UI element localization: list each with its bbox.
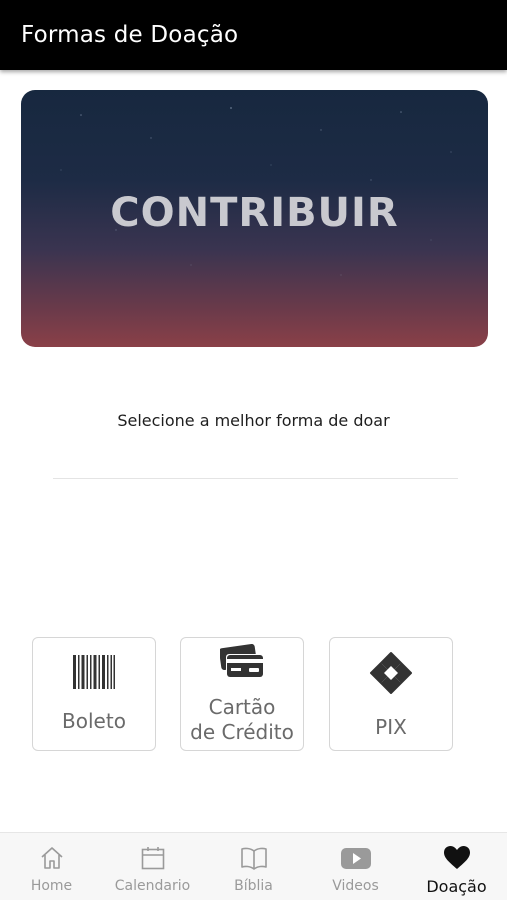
play-icon (305, 845, 406, 871)
contribuir-banner: CONTRIBUIR (21, 90, 488, 347)
boleto-label: Boleto (62, 709, 126, 733)
credit-card-label-line1: Cartão (208, 695, 276, 719)
pix-option-button[interactable]: PIX (329, 637, 453, 751)
barcode-icon (33, 655, 155, 689)
pix-label: PIX (375, 715, 407, 739)
nav-label-videos: Videos (332, 878, 379, 894)
nav-item-home[interactable]: Home (1, 833, 102, 900)
page-title: Formas de Doação (21, 22, 239, 48)
boleto-option-button[interactable]: Boleto (32, 637, 156, 751)
nav-label-home: Home (30, 878, 73, 894)
credit-card-label-line2: de Crédito (190, 720, 294, 744)
heart-icon (406, 845, 507, 871)
calendar-icon (102, 845, 203, 871)
donation-instruction: Selecione a melhor forma de doar (117, 411, 390, 430)
banner-heading: CONTRIBUIR (110, 190, 399, 236)
nav-label-biblia: Bíblia (234, 878, 273, 894)
bottom-navigation: Home Calendario Bíblia Videos Doação (0, 832, 507, 900)
nav-item-calendario[interactable]: Calendario (102, 833, 203, 900)
pix-icon (330, 651, 452, 695)
nav-item-biblia[interactable]: Bíblia (203, 833, 304, 900)
nav-item-videos[interactable]: Videos (305, 833, 406, 900)
app-header: Formas de Doação (0, 0, 507, 70)
divider (53, 478, 458, 479)
book-icon (203, 845, 304, 871)
app-root: Formas de Doação CONTRIBUIR Selecione a … (0, 0, 507, 900)
credit-card-option-button[interactable]: Cartão de Crédito (180, 637, 304, 751)
home-icon (1, 845, 102, 871)
nav-label-calendario: Calendario (114, 878, 191, 894)
nav-label-doacao: Doação (426, 877, 487, 896)
nav-item-doacao[interactable]: Doação (406, 833, 507, 900)
credit-card-icon (181, 644, 303, 680)
